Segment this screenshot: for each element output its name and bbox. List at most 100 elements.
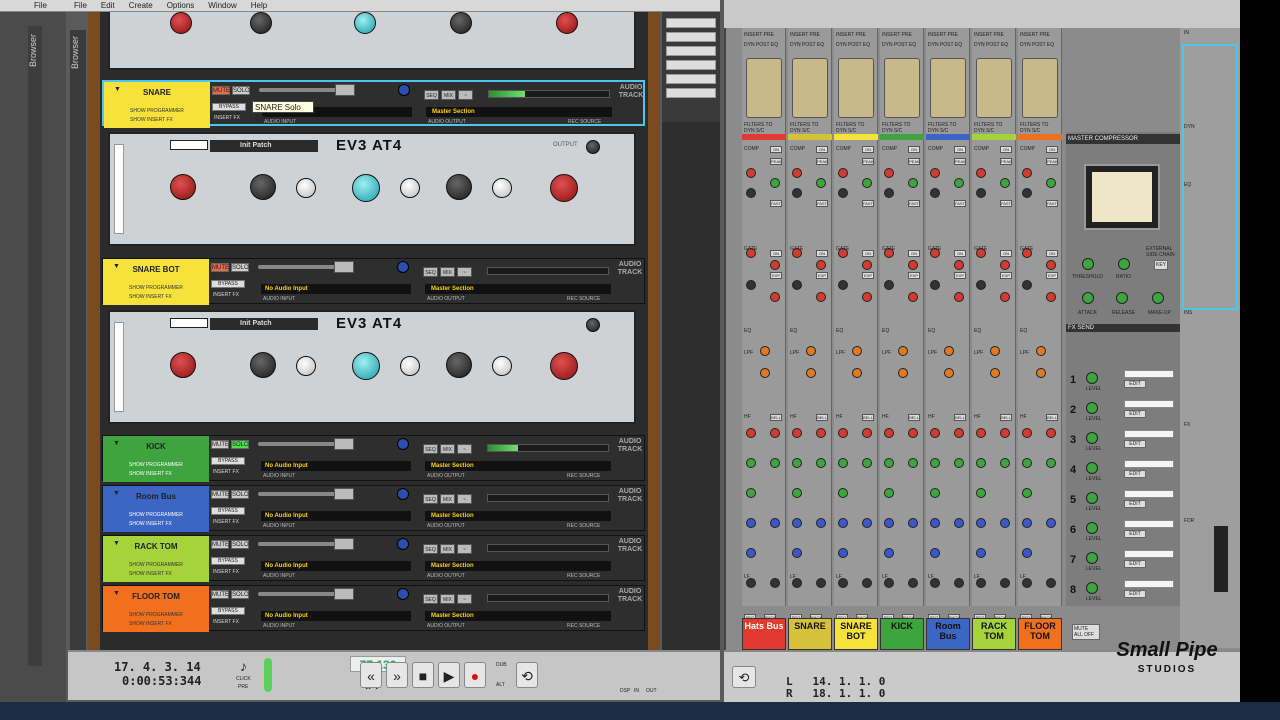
fast-button[interactable]: FAST	[908, 200, 920, 207]
fx-level-knob[interactable]	[1086, 432, 1098, 444]
track-name-panel[interactable]: ▼ SNARE SHOW PROGRAMMER SHOW INSERT FX	[104, 82, 210, 128]
eq-knob[interactable]	[770, 518, 780, 528]
seq-button[interactable]: SEQ	[423, 444, 438, 454]
fx-edit-button[interactable]: EDIT	[1124, 410, 1146, 418]
track-name-panel[interactable]: ▼ RACK TOM SHOW PROGRAMMER SHOW INSERT F…	[103, 536, 209, 582]
fader-knob[interactable]	[335, 84, 355, 96]
eq-knob[interactable]	[556, 12, 578, 34]
eq-knob[interactable]	[908, 428, 918, 438]
menu-edit[interactable]: Edit	[101, 1, 115, 10]
fx-level-knob[interactable]	[1086, 552, 1098, 564]
lp-knob[interactable]	[550, 352, 578, 380]
comp-on-button[interactable]: ON	[1000, 146, 1012, 153]
eq-knob[interactable]	[806, 368, 816, 378]
channel-name-label[interactable]: Hats Bus	[742, 618, 786, 650]
dynamics-knob[interactable]	[908, 292, 918, 302]
eq-knob[interactable]	[770, 428, 780, 438]
dynamics-knob[interactable]	[1000, 292, 1010, 302]
attack-knob[interactable]	[1082, 292, 1094, 304]
dynamics-knob[interactable]	[976, 188, 986, 198]
dyn-post-eq-toggle[interactable]: DYN POST EQ	[836, 42, 876, 48]
eq-knob[interactable]	[806, 346, 816, 356]
volume-fader[interactable]	[258, 488, 354, 500]
fx-level-knob[interactable]	[1086, 522, 1098, 534]
peak-button[interactable]: PEAK	[862, 158, 874, 165]
dynamics-knob[interactable]	[954, 260, 964, 270]
fader-knob[interactable]	[334, 588, 354, 600]
audio-output-select[interactable]: Master Section	[426, 107, 612, 117]
dyn-post-eq-toggle[interactable]: DYN POST EQ	[974, 42, 1014, 48]
seq-button[interactable]: SEQ	[424, 90, 439, 100]
gate-on-button[interactable]: ON	[1046, 250, 1058, 257]
filters-to-dyn-toggle[interactable]: FILTERS TO DYN S/C	[836, 122, 876, 134]
locators[interactable]: L 14. 1. 1. 0 R 18. 1. 1. 0	[786, 676, 885, 700]
fx-level-knob[interactable]	[1086, 582, 1098, 594]
eq-knob[interactable]	[170, 12, 192, 34]
bypass-button[interactable]: BYPASS	[211, 280, 245, 288]
key-button[interactable]: KEY	[1154, 260, 1169, 270]
show-insert-fx[interactable]: SHOW INSERT FX	[129, 294, 203, 300]
exp-button[interactable]: EXP	[862, 272, 874, 279]
eq-knob[interactable]	[898, 346, 908, 356]
hp-knob[interactable]	[170, 352, 196, 378]
filters-to-dyn-toggle[interactable]: FILTERS TO DYN S/C	[882, 122, 922, 134]
eq-knob[interactable]	[1022, 458, 1032, 468]
file-menu-outer[interactable]: File	[34, 1, 47, 10]
dynamics-knob[interactable]	[976, 168, 986, 178]
click-level[interactable]	[264, 658, 272, 692]
eq-knob[interactable]	[746, 548, 756, 558]
eq-knob[interactable]	[1046, 518, 1056, 528]
mute-button[interactable]: MUTE	[211, 440, 229, 449]
pan-knob[interactable]	[397, 261, 409, 273]
eq-knob[interactable]	[760, 368, 770, 378]
volume-fader[interactable]	[259, 84, 355, 96]
insert-pre-toggle[interactable]: INSERT PRE	[790, 32, 830, 38]
exp-button[interactable]: EXP	[954, 272, 966, 279]
exp-button[interactable]: EXP	[1046, 272, 1058, 279]
wave-icon[interactable]: ~	[458, 90, 473, 100]
gate-on-button[interactable]: ON	[770, 250, 782, 257]
pan-knob[interactable]	[397, 538, 409, 550]
menu-file[interactable]: File	[74, 1, 87, 10]
dynamics-knob[interactable]	[930, 168, 940, 178]
fast-button[interactable]: FAST	[862, 200, 874, 207]
show-insert-fx[interactable]: SHOW INSERT FX	[129, 571, 203, 577]
gate-on-button[interactable]: ON	[908, 250, 920, 257]
eq-knob[interactable]	[862, 458, 872, 468]
rec-source-label[interactable]: REC SOURCE	[567, 573, 600, 579]
track-name-panel[interactable]: ▼ FLOOR TOM SHOW PROGRAMMER SHOW INSERT …	[103, 586, 209, 632]
eq-knob[interactable]	[354, 12, 376, 34]
solo-button[interactable]: SOLO	[231, 490, 249, 499]
filters-to-dyn-toggle[interactable]: FILTERS TO DYN S/C	[974, 122, 1014, 134]
fx-edit-button[interactable]: EDIT	[1124, 590, 1146, 598]
comp-on-button[interactable]: ON	[1046, 146, 1058, 153]
rec-source-label[interactable]: REC SOURCE	[567, 473, 600, 479]
dyn-post-eq-toggle[interactable]: DYN POST EQ	[928, 42, 968, 48]
bell-button[interactable]: BELL	[908, 414, 920, 421]
song-position[interactable]: 17. 4. 3. 14	[114, 660, 201, 674]
mix-button[interactable]: MIX	[440, 594, 455, 604]
bell-button[interactable]: BELL	[770, 414, 782, 421]
fast-button[interactable]: FAST	[1046, 200, 1058, 207]
insert-pre-toggle[interactable]: INSERT PRE	[882, 32, 922, 38]
eq-knob[interactable]	[930, 488, 940, 498]
fx-name-field[interactable]	[1124, 580, 1174, 588]
audio-input-select[interactable]: No Audio Input	[261, 611, 411, 621]
show-insert-fx[interactable]: SHOW INSERT FX	[130, 117, 204, 123]
fx-edit-button[interactable]: EDIT	[1124, 470, 1146, 478]
dynamics-knob[interactable]	[838, 280, 848, 290]
bell-button[interactable]: BELL	[1000, 414, 1012, 421]
peak-button[interactable]: PEAK	[954, 158, 966, 165]
exp-button[interactable]: EXP	[908, 272, 920, 279]
dynamics-knob[interactable]	[746, 280, 756, 290]
right-locator-value[interactable]: 18. 1. 1. 0	[813, 687, 886, 700]
fx-level-knob[interactable]	[1086, 462, 1098, 474]
bypass-button[interactable]: BYPASS	[211, 557, 245, 565]
gate-on-button[interactable]: ON	[954, 250, 966, 257]
fader-knob[interactable]	[334, 261, 354, 273]
eq-knob[interactable]	[450, 12, 472, 34]
eq-knob[interactable]	[792, 428, 802, 438]
eq-knob[interactable]	[838, 518, 848, 528]
dynamics-knob[interactable]	[930, 188, 940, 198]
lf-gain-knob[interactable]	[296, 356, 316, 376]
